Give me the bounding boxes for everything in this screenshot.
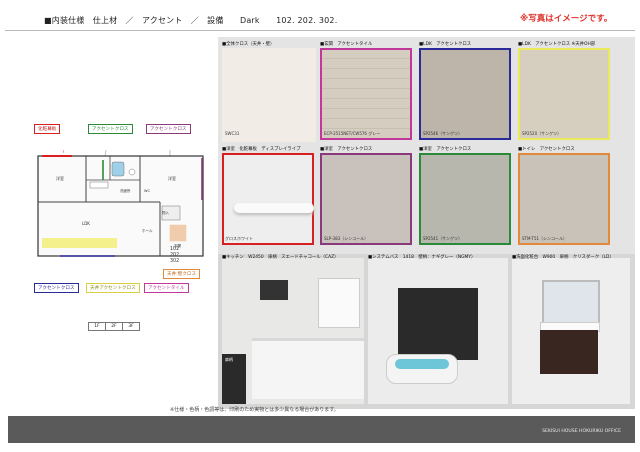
swatch-whole-cross bbox=[222, 48, 316, 142]
photo-label: ■キッチン W2450 扉柄 スエードチャコール（CAZ） bbox=[222, 255, 339, 260]
swatch-label: ■洋室 化粧幕板 ディスプレイライプ bbox=[222, 147, 301, 152]
floor-button-1f[interactable]: 1F bbox=[88, 322, 106, 331]
swatch-name: ECP-2515NET/CW576 グレー bbox=[324, 131, 381, 136]
company-name: SEKISUI HOUSE HOKURIKU OFFICE bbox=[542, 429, 621, 434]
swatch-toilet-accent bbox=[518, 153, 610, 245]
door-sample: 扉柄 bbox=[222, 354, 246, 404]
window bbox=[318, 278, 360, 328]
room-western1: 洋室 bbox=[56, 175, 64, 181]
disclaimer: ※仕様・色柄・色調等は、印刷のため実物とは多少異なる場合があります。 bbox=[170, 407, 339, 413]
tag-accent-cross-purple: アクセントクロス bbox=[146, 124, 191, 134]
page-title: ■内装仕様 仕上材 ／ アクセント ／ 設備 Dark 102. 202. 30… bbox=[44, 16, 338, 25]
floor-button-3f[interactable]: 3F bbox=[122, 322, 140, 331]
room-wc: WC bbox=[144, 189, 150, 193]
bath-water bbox=[395, 359, 449, 369]
photo-label: ■洗面化粧台 W900 扉柄 クリスダーク（LD） bbox=[512, 255, 614, 260]
vanity-mirror bbox=[542, 280, 600, 324]
footer-bar: SEKISUI HOUSE HOKURIKU OFFICE bbox=[8, 416, 635, 443]
room-western2: 洋室 bbox=[168, 175, 176, 181]
header-divider bbox=[5, 30, 635, 31]
bath-wall bbox=[398, 288, 478, 360]
swatch-label: ■トイレ アクセントクロス bbox=[518, 147, 575, 152]
swatch-fascia-board bbox=[222, 153, 314, 245]
kitchen-photo: ■キッチン W2450 扉柄 スエードチャコール（CAZ） 扉柄 bbox=[222, 255, 364, 404]
vanity-cabinet bbox=[540, 330, 598, 374]
swatch-label: ■洋室 アクセントクロス bbox=[419, 147, 472, 152]
swatch-western-accent-2 bbox=[419, 153, 511, 245]
tag-accent-cross-blue: アクセントクロス bbox=[34, 283, 79, 293]
bathtub bbox=[386, 354, 458, 384]
swatch-label: ■玄関 アクセントタイル bbox=[320, 42, 373, 47]
display-rail-image bbox=[234, 203, 314, 213]
range-hood bbox=[260, 280, 288, 300]
swatch-label: ■LDK アクセントクロス bbox=[419, 42, 472, 47]
swatch-entrance-tile bbox=[320, 48, 412, 140]
tag-accent-cross-green: アクセントクロス bbox=[88, 124, 133, 134]
swatch-name: グロスホワイト bbox=[225, 236, 253, 241]
bath-photo: ■システムバス 1418 壁柄：ナギグレー（NGMY） bbox=[368, 255, 508, 404]
swatch-western-accent-1 bbox=[320, 153, 412, 245]
image-note: ※写真はイメージです。 bbox=[520, 14, 613, 24]
swatch-ldk-ceiling bbox=[518, 48, 610, 140]
tag-accent-tile: アクセントタイル bbox=[144, 283, 189, 293]
door-sample-label: 扉柄 bbox=[225, 357, 233, 362]
swatch-name: SP2546（サンゲツ） bbox=[423, 131, 463, 136]
kitchen-counter bbox=[252, 338, 364, 399]
swatch-name: STM-T51（シンコール） bbox=[522, 236, 568, 241]
tag-ceiling-accent: 天井アクセントクロス bbox=[86, 283, 140, 293]
unit-number: 302 bbox=[170, 259, 180, 264]
photo-label: ■システムバス 1418 壁柄：ナギグレー（NGMY） bbox=[368, 255, 476, 260]
room-ldk: LDK bbox=[82, 221, 90, 226]
floor-plan: 洋室 洋室 LDK 洗面所 WC 物入 ホール 玄関 bbox=[37, 150, 204, 257]
unit-numbers: 102 202 302 bbox=[170, 247, 179, 265]
swatch-ldk-accent bbox=[419, 48, 511, 140]
room-hall: ホール bbox=[142, 228, 153, 233]
swatch-name: SP2541（サンゲツ） bbox=[423, 236, 463, 241]
swatch-name: SLP-383（シンコール） bbox=[324, 236, 369, 241]
swatch-label: ■全体クロス（天井・壁） bbox=[222, 42, 275, 47]
swatch-name: SWC31 bbox=[225, 131, 240, 136]
vanity-photo: ■洗面化粧台 W900 扉柄 クリスダーク（LD） bbox=[512, 255, 630, 404]
swatch-name: SP2520（サンゲツ） bbox=[522, 131, 562, 136]
room-closet: 物入 bbox=[162, 210, 169, 215]
tag-ceiling-wall: 天井:壁クロス bbox=[163, 269, 201, 279]
tag-fascia-board: 化粧幕板 bbox=[34, 124, 61, 134]
floor-button-2f[interactable]: 2F bbox=[105, 322, 123, 331]
swatch-label: ■LDK アクセントクロス ※天井OH部 bbox=[518, 42, 596, 47]
room-bath: 洗面所 bbox=[120, 188, 131, 193]
swatch-label: ■洋室 アクセントクロス bbox=[320, 147, 373, 152]
